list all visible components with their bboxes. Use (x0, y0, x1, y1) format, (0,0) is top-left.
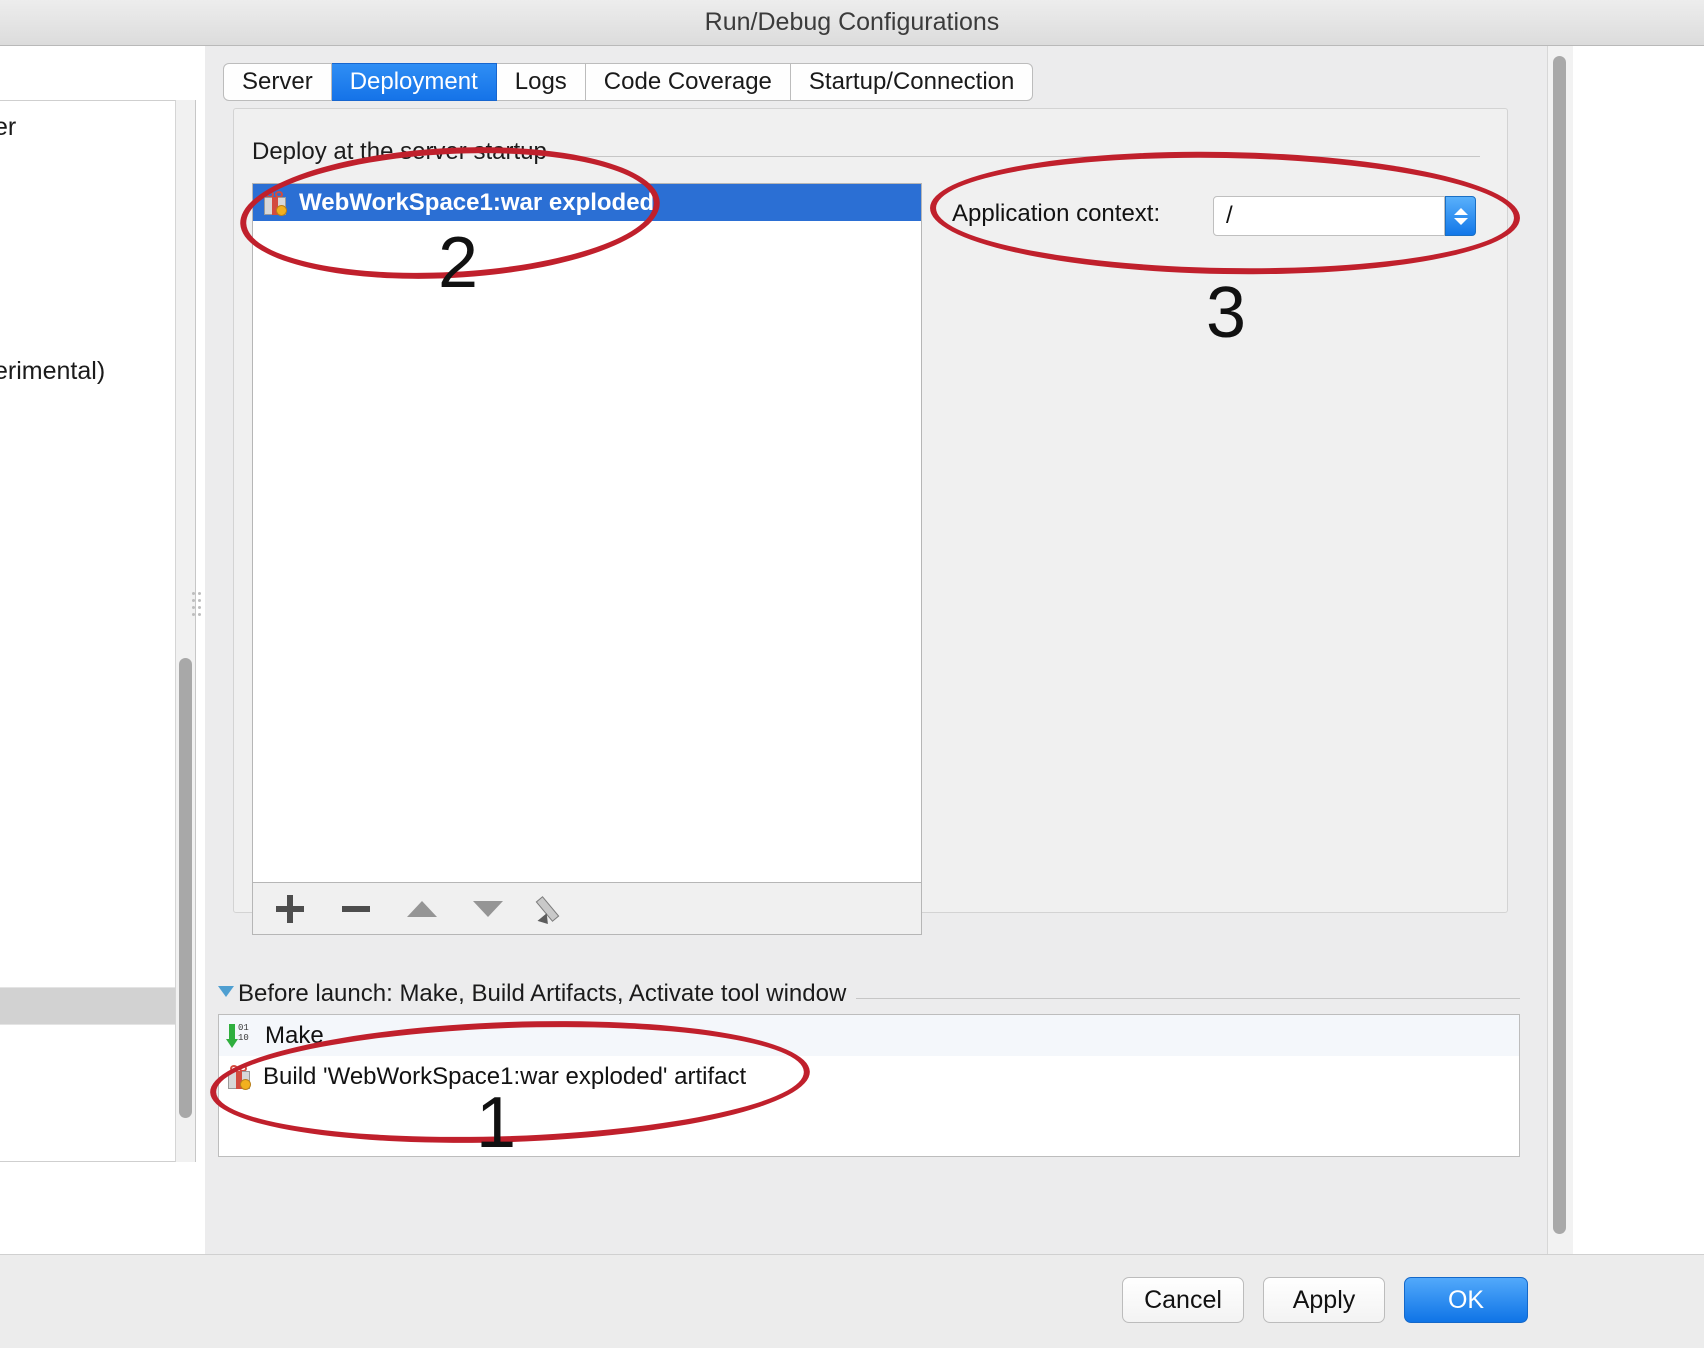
minus-icon[interactable] (337, 890, 375, 928)
apply-button[interactable]: Apply (1263, 1277, 1385, 1323)
tab-server[interactable]: Server (223, 63, 332, 101)
tab-code-coverage[interactable]: Code Coverage (585, 63, 791, 101)
make-icon: 01 10 (226, 1022, 255, 1050)
annotation-number-3: 3 (1206, 273, 1247, 353)
ok-button[interactable]: OK (1404, 1277, 1528, 1323)
tree-item-fragment-top[interactable]: er (0, 113, 16, 142)
dialog-scrollbar-thumb[interactable] (1553, 56, 1566, 1234)
tab-logs[interactable]: Logs (496, 63, 586, 101)
annotation-number-1: 1 (476, 1083, 517, 1163)
left-scrollbar-thumb[interactable] (179, 658, 192, 1118)
tree-item-fragment-bottom[interactable]: erimental) (0, 357, 105, 386)
plus-icon[interactable] (271, 890, 309, 928)
configurations-tree-panel[interactable]: er erimental) (0, 100, 176, 1162)
tab-startup-connection[interactable]: Startup/Connection (790, 63, 1034, 101)
tree-selected-row[interactable] (0, 987, 175, 1025)
window-title: Run/Debug Configurations (704, 8, 1000, 36)
run-debug-configurations-dialog: Run/Debug Configurations er erimental) S… (0, 0, 1704, 1348)
before-launch-rule (856, 998, 1520, 999)
deploy-section-rule (556, 156, 1480, 157)
deploy-list[interactable]: WebWorkSpace1:war exploded (252, 183, 922, 883)
cancel-button[interactable]: Cancel (1122, 1277, 1244, 1323)
before-launch-header: Before launch: Make, Build Artifacts, Ac… (238, 980, 847, 1007)
tab-bar: Server Deployment Logs Code Coverage Sta… (223, 63, 1034, 101)
deploy-list-toolbar (252, 883, 922, 935)
triangle-up-icon[interactable] (403, 890, 441, 928)
triangle-down-icon[interactable] (469, 890, 507, 928)
annotation-number-2: 2 (438, 223, 479, 303)
chevron-collapse-icon[interactable] (218, 986, 234, 997)
tab-deployment[interactable]: Deployment (331, 63, 497, 101)
title-bar: Run/Debug Configurations (0, 0, 1704, 46)
panel-splitter-handle[interactable] (192, 592, 204, 622)
pencil-icon[interactable] (535, 890, 573, 928)
outer-right-area (1573, 46, 1704, 1254)
